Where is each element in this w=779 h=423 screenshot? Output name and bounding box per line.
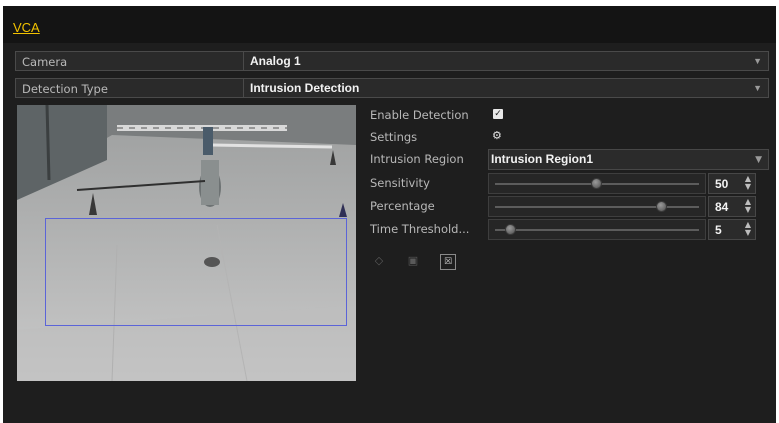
draw-region-icon[interactable]: ◇ xyxy=(371,254,387,270)
enable-detection-label: Enable Detection xyxy=(370,108,469,122)
tab-bar: VCA xyxy=(3,6,776,43)
sensitivity-stepper[interactable]: 50 ▲ ▼ xyxy=(708,173,756,194)
stepper-arrows-icon[interactable]: ▲ ▼ xyxy=(745,221,751,237)
chevron-down-icon: ▼ xyxy=(753,83,762,93)
camera-label: Camera xyxy=(22,55,68,69)
clear-all-icon[interactable]: ☒ xyxy=(440,254,456,270)
sensitivity-slider-thumb[interactable] xyxy=(591,178,602,189)
intrusion-region-select[interactable]: Intrusion Region1 ▼ xyxy=(488,149,769,170)
sensitivity-slider[interactable] xyxy=(488,173,706,194)
enable-detection-checkbox[interactable]: ✓ xyxy=(493,109,503,119)
intrusion-region-label: Intrusion Region xyxy=(370,152,464,166)
vca-window: VCA Camera Analog 1 ▼ Detection Type Int… xyxy=(3,6,776,423)
sensitivity-row: Sensitivity 50 ▲ ▼ xyxy=(364,173,769,194)
settings-row: Settings ⚙ xyxy=(364,127,757,148)
time-threshold-value: 5 xyxy=(715,223,722,237)
camera-value: Analog 1 xyxy=(250,54,301,68)
detection-type-row: Detection Type Intrusion Detection ▼ xyxy=(15,78,769,98)
camera-select[interactable]: Analog 1 ▼ xyxy=(243,52,768,70)
intrusion-region-box[interactable] xyxy=(45,218,347,326)
settings-label: Settings xyxy=(370,130,418,144)
intrusion-region-row: Intrusion Region Intrusion Region1 ▼ xyxy=(364,149,769,170)
time-threshold-slider[interactable] xyxy=(488,219,706,240)
sensitivity-value: 50 xyxy=(715,177,729,191)
detection-type-label: Detection Type xyxy=(22,82,108,96)
percentage-label: Percentage xyxy=(370,199,435,213)
percentage-stepper[interactable]: 84 ▲ ▼ xyxy=(708,196,756,217)
detection-type-select[interactable]: Intrusion Detection ▼ xyxy=(243,79,768,97)
chevron-down-icon: ▼ xyxy=(753,56,762,66)
intrusion-region-value: Intrusion Region1 xyxy=(491,152,593,166)
time-threshold-row: Time Threshold... 5 ▲ ▼ xyxy=(364,219,769,240)
camera-preview[interactable] xyxy=(17,105,356,381)
camera-row: Camera Analog 1 ▼ xyxy=(15,51,769,71)
time-threshold-label: Time Threshold... xyxy=(370,222,470,236)
stepper-arrows-icon[interactable]: ▲ ▼ xyxy=(745,175,751,191)
gear-icon[interactable]: ⚙ xyxy=(492,129,502,142)
sensitivity-label: Sensitivity xyxy=(370,176,430,190)
percentage-slider[interactable] xyxy=(488,196,706,217)
enable-detection-row: Enable Detection ✓ xyxy=(364,105,757,126)
chevron-down-icon: ▼ xyxy=(755,155,762,165)
detection-type-value: Intrusion Detection xyxy=(250,81,360,95)
tab-vca[interactable]: VCA xyxy=(13,20,40,35)
time-threshold-slider-thumb[interactable] xyxy=(504,224,516,235)
stepper-arrows-icon[interactable]: ▲ ▼ xyxy=(745,198,751,214)
percentage-row: Percentage 84 ▲ ▼ xyxy=(364,196,769,217)
clear-region-icon[interactable]: ▣ xyxy=(405,254,421,270)
percentage-slider-thumb[interactable] xyxy=(656,201,668,212)
time-threshold-stepper[interactable]: 5 ▲ ▼ xyxy=(708,219,756,240)
percentage-value: 84 xyxy=(715,200,729,214)
